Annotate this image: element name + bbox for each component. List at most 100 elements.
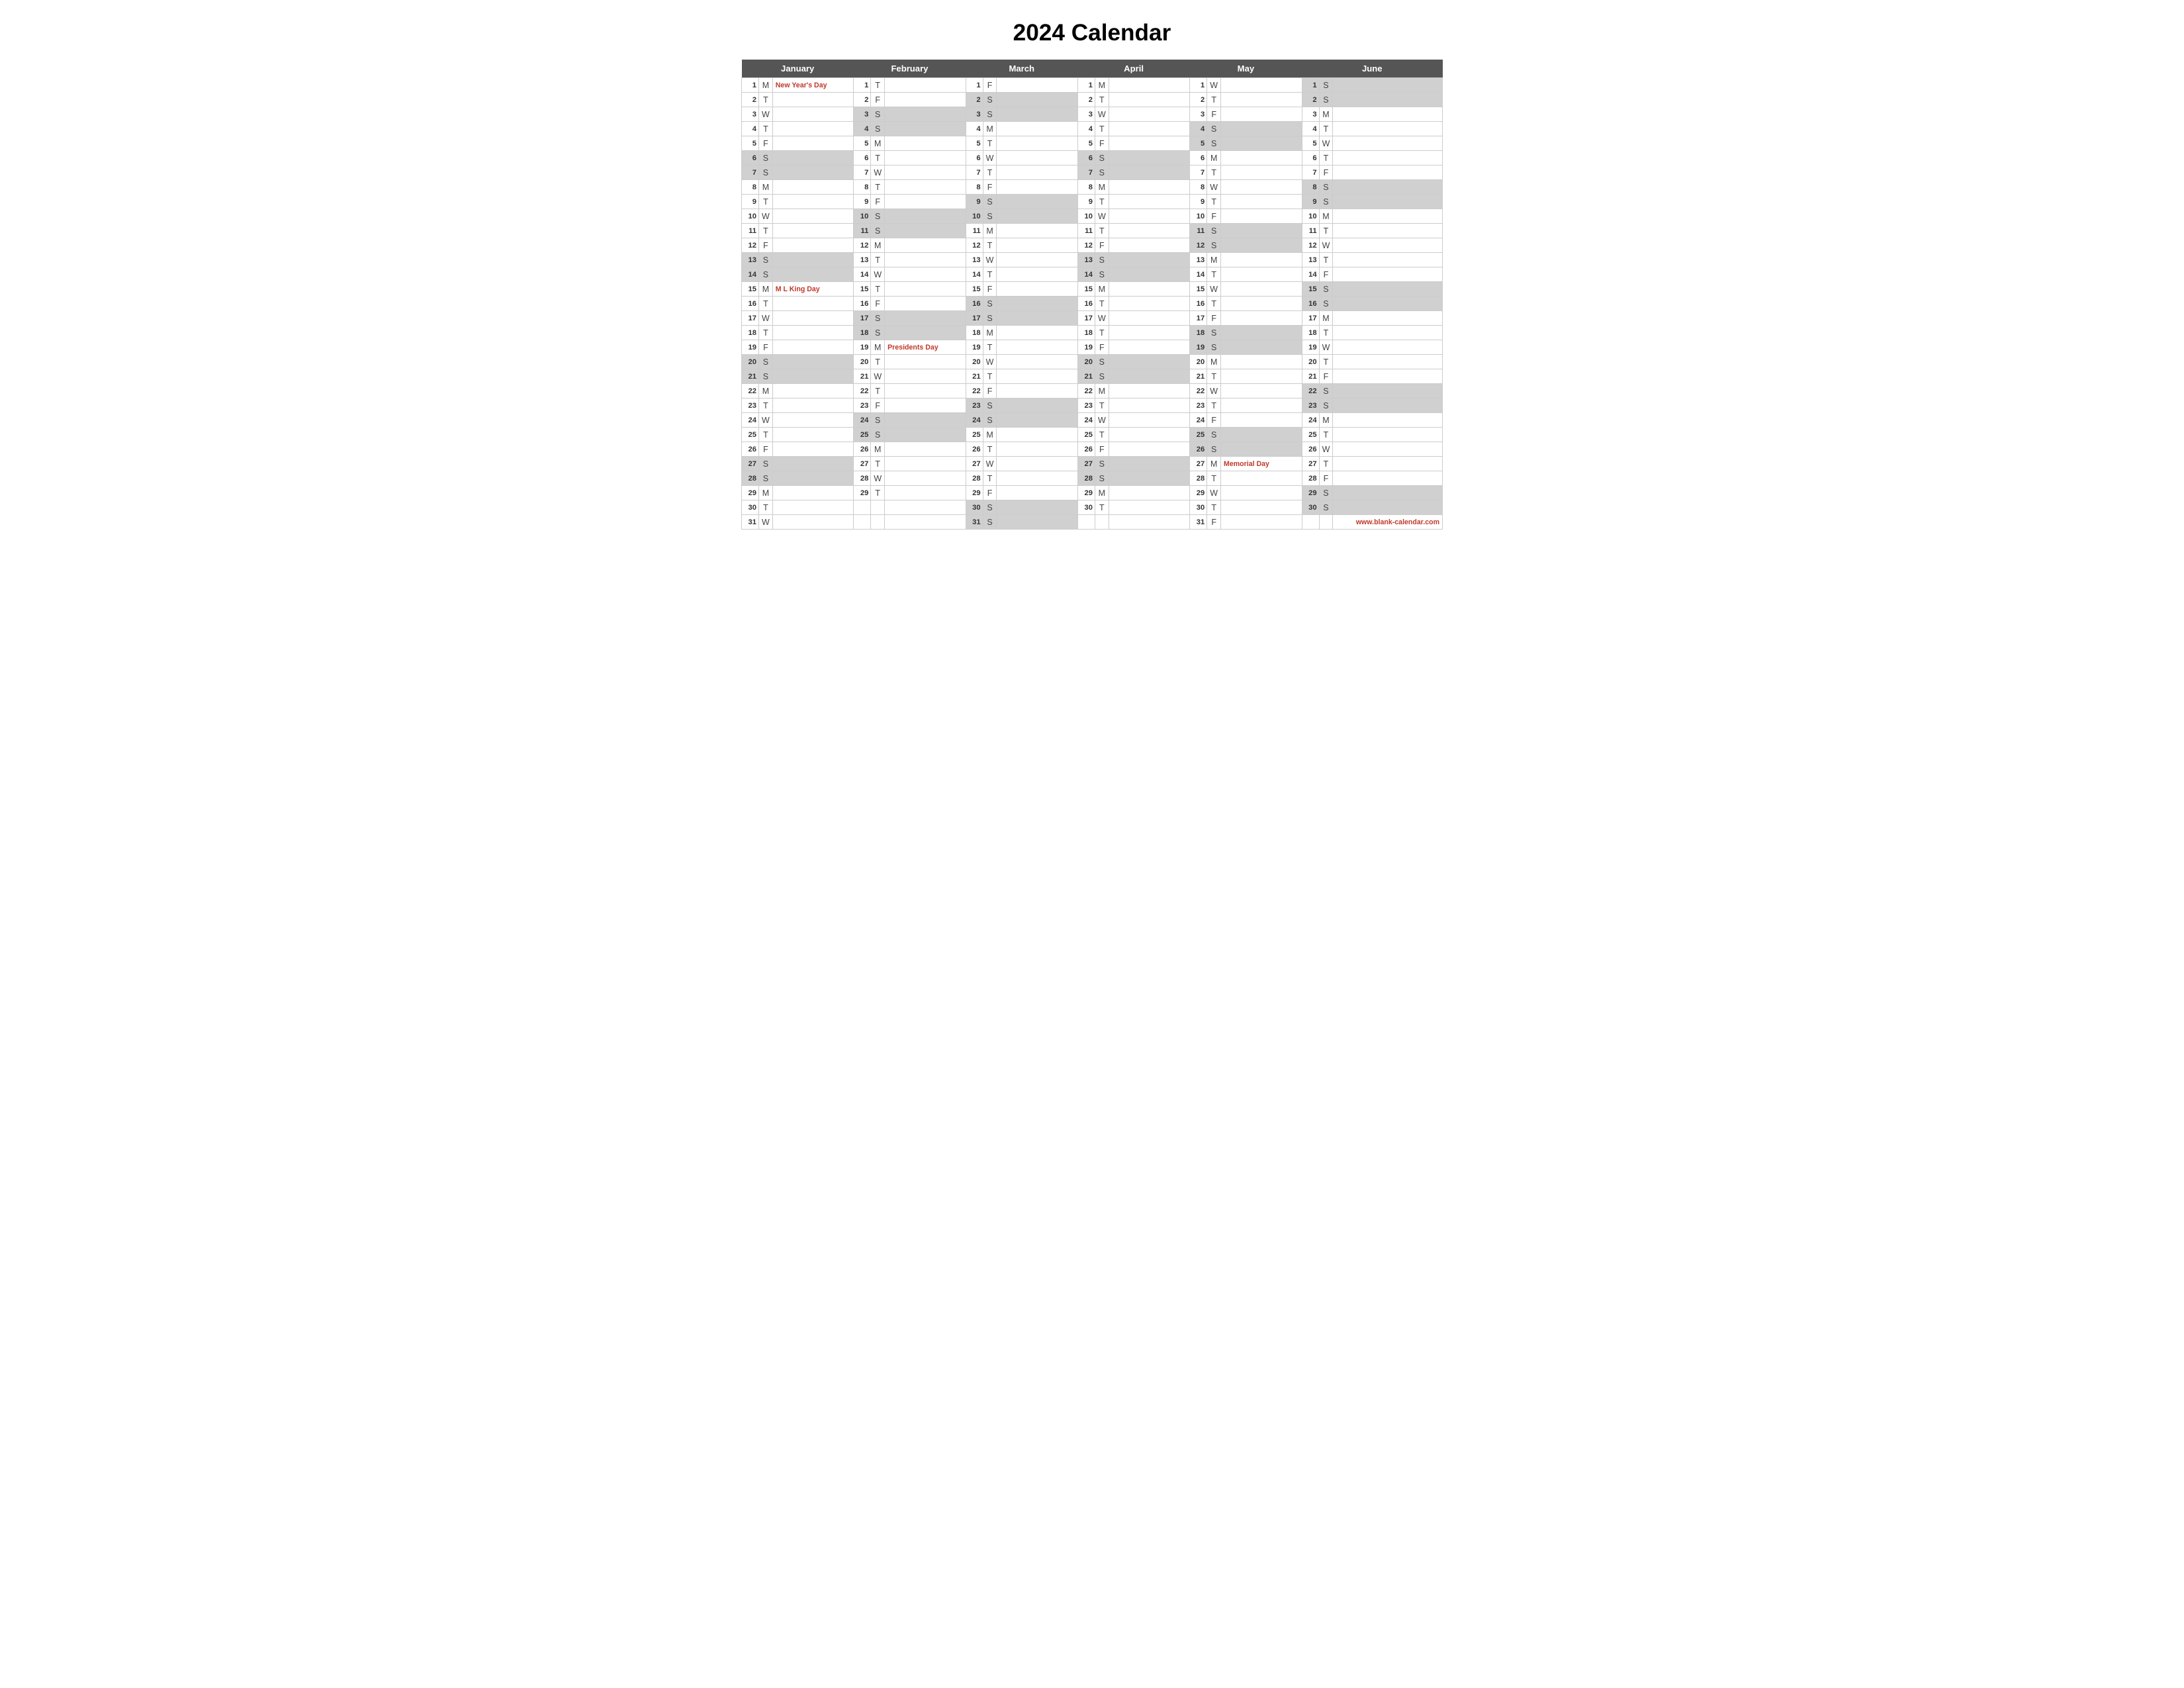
day-event (885, 238, 966, 253)
calendar-row: 14S14W14T14S14T14F (742, 267, 1443, 282)
day-event (997, 122, 1078, 136)
day-number: 3 (1302, 107, 1319, 122)
day-event (1333, 471, 1443, 486)
day-event (885, 180, 966, 195)
day-number: 14 (742, 267, 759, 282)
day-letter: F (983, 78, 997, 93)
day-number: 4 (966, 122, 983, 136)
day-number: 8 (966, 180, 983, 195)
day-letter: T (983, 340, 997, 355)
day-letter: S (983, 297, 997, 311)
day-number: 11 (966, 224, 983, 238)
day-letter: F (759, 136, 773, 151)
calendar-row: 28S28W28T28S28T28F (742, 471, 1443, 486)
day-letter: S (1319, 384, 1333, 399)
day-letter: S (1207, 224, 1221, 238)
day-letter: F (1207, 515, 1221, 530)
day-letter: T (871, 457, 885, 471)
day-event (772, 136, 854, 151)
calendar-row: 25T25S25M25T25S25T (742, 428, 1443, 442)
day-event (1221, 122, 1302, 136)
day-letter: S (983, 107, 997, 122)
day-number: 4 (742, 122, 759, 136)
day-number: 18 (742, 326, 759, 340)
day-event (997, 93, 1078, 107)
day-letter: S (1207, 326, 1221, 340)
day-number: 27 (854, 457, 871, 471)
day-event (1221, 413, 1302, 428)
day-letter: W (983, 151, 997, 165)
day-number: 3 (742, 107, 759, 122)
day-letter: T (871, 253, 885, 267)
day-number: 24 (742, 413, 759, 428)
day-number: 15 (1302, 282, 1319, 297)
day-number: 10 (966, 209, 983, 224)
day-event (997, 78, 1078, 93)
day-number: 14 (1190, 267, 1207, 282)
day-event (997, 253, 1078, 267)
day-letter: S (1095, 471, 1109, 486)
day-number: 16 (742, 297, 759, 311)
day-letter: M (1095, 384, 1109, 399)
day-letter: T (983, 442, 997, 457)
day-number: 9 (1302, 195, 1319, 209)
calendar-row: 1MNew Year's Day1T1F1M1W1S (742, 78, 1443, 93)
day-number: 25 (1077, 428, 1095, 442)
day-number: 14 (966, 267, 983, 282)
calendar-row: 17W17S17S17W17F17M (742, 311, 1443, 326)
day-number: 31 (1190, 515, 1207, 530)
day-letter: S (1095, 355, 1109, 369)
day-number: 26 (742, 442, 759, 457)
day-event (885, 326, 966, 340)
day-letter: T (1207, 165, 1221, 180)
day-event (997, 151, 1078, 165)
day-event (1109, 471, 1190, 486)
day-number: 4 (854, 122, 871, 136)
day-letter: M (871, 238, 885, 253)
day-number: 13 (1302, 253, 1319, 267)
day-event (772, 165, 854, 180)
day-number: 30 (966, 500, 983, 515)
day-event (1333, 267, 1443, 282)
day-letter: M (1095, 78, 1109, 93)
day-number: 20 (1077, 355, 1095, 369)
day-event (1109, 165, 1190, 180)
day-event (772, 471, 854, 486)
day-event (772, 209, 854, 224)
day-number: 18 (854, 326, 871, 340)
day-event (1109, 282, 1190, 297)
day-event (997, 442, 1078, 457)
day-letter: M (1319, 413, 1333, 428)
day-event (997, 180, 1078, 195)
day-event (997, 369, 1078, 384)
day-letter: F (1319, 369, 1333, 384)
day-letter: T (759, 224, 773, 238)
day-letter: T (871, 282, 885, 297)
day-number: 5 (1077, 136, 1095, 151)
day-event (997, 107, 1078, 122)
day-letter: W (871, 165, 885, 180)
month-header-jan: January (742, 60, 854, 78)
day-number: 23 (854, 399, 871, 413)
day-event (1221, 195, 1302, 209)
day-letter: S (759, 151, 773, 165)
calendar-row: 3W3S3S3W3F3M (742, 107, 1443, 122)
day-number: 26 (1302, 442, 1319, 457)
day-letter: T (1319, 122, 1333, 136)
day-number: 7 (854, 165, 871, 180)
day-letter: T (759, 428, 773, 442)
day-number: 28 (966, 471, 983, 486)
day-event (1109, 195, 1190, 209)
day-letter: F (983, 384, 997, 399)
day-event (772, 500, 854, 515)
day-letter: T (1095, 399, 1109, 413)
day-event (885, 297, 966, 311)
day-letter: W (1095, 413, 1109, 428)
day-letter: F (983, 180, 997, 195)
day-event (1221, 500, 1302, 515)
page-title: 2024 Calendar (741, 20, 1443, 46)
calendar-row: 30T30S30T30T30S (742, 500, 1443, 515)
day-letter: M (983, 122, 997, 136)
day-number: 25 (742, 428, 759, 442)
day-number: 16 (1077, 297, 1095, 311)
